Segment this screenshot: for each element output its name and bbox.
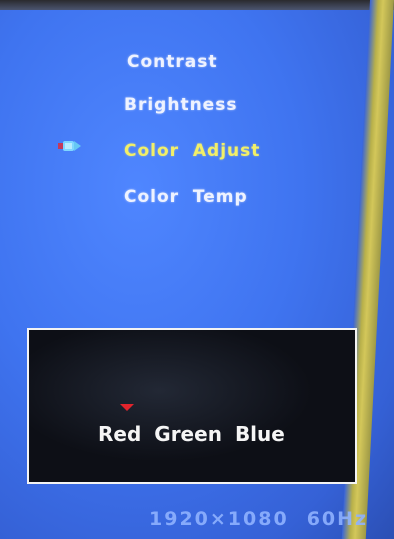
menu-item-color-adjust[interactable]: Color Adjust [124, 141, 260, 161]
osd-menu: Contrast Brightness Color Adjust Color T… [0, 0, 394, 300]
channel-blue[interactable]: Blue [235, 422, 285, 446]
resolution-value: 1920×1080 [149, 508, 289, 530]
menu-item-color-temp[interactable]: Color Temp [124, 187, 248, 207]
refresh-rate-value: 60Hz [306, 508, 369, 530]
color-channel-list: Red Green Blue [98, 422, 285, 446]
color-adjust-panel: Red Green Blue [27, 328, 357, 484]
channel-green[interactable]: Green [154, 422, 222, 446]
selection-marker-icon [120, 404, 134, 411]
menu-item-brightness[interactable]: Brightness [124, 95, 237, 115]
monitor-screen: Contrast Brightness Color Adjust Color T… [0, 0, 394, 539]
pointer-icon [58, 141, 81, 151]
panel-reflection [29, 330, 355, 482]
resolution-status: 1920×1080 60Hz [149, 508, 368, 530]
menu-item-contrast[interactable]: Contrast [127, 52, 218, 72]
channel-red[interactable]: Red [98, 422, 141, 446]
